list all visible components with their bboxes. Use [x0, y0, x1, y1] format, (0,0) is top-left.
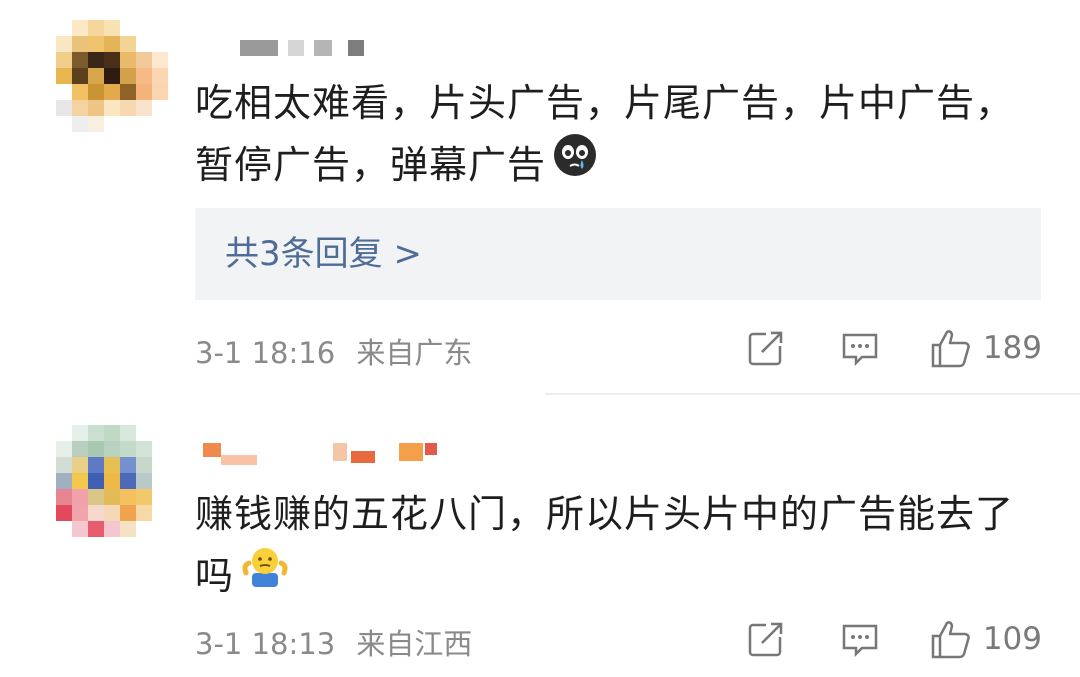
view-replies-link[interactable]: 共3条回复 >	[225, 208, 422, 300]
share-button[interactable]	[745, 327, 787, 369]
comment-button[interactable]	[839, 618, 881, 660]
comment-time: 3-1 18:13	[195, 627, 336, 661]
comment-meta: 3-1 18:13 来自江西	[195, 621, 472, 663]
shrug-emoji-icon	[240, 543, 290, 607]
thumbs-up-icon	[931, 621, 970, 659]
comment-text: 赚钱赚的五花八门，所以片头片中的广告能去了吗	[195, 483, 1045, 611]
comment-actions: 189	[745, 326, 1042, 370]
like-count: 109	[982, 621, 1042, 657]
avatar[interactable]	[56, 20, 168, 132]
comment-item-1: 吃相太难看，片头广告，片尾广告，片中广告，暂停广告，弹幕广告 共3条回复 > 3…	[0, 0, 1080, 395]
comment-actions: 109	[745, 617, 1042, 661]
comment-button[interactable]	[839, 327, 881, 369]
like-button[interactable]: 189	[929, 326, 1042, 370]
comment-text: 吃相太难看，片头广告，片尾广告，片中广告，暂停广告，弹幕广告	[195, 72, 1045, 200]
comment-meta: 3-1 18:16 来自广东	[195, 330, 472, 372]
comment-location: 来自江西	[356, 627, 473, 661]
reply-box[interactable]: 共3条回复 >	[195, 208, 1041, 300]
share-icon	[748, 331, 784, 366]
comment-location: 来自广东	[356, 336, 473, 370]
username-obscured[interactable]	[240, 37, 364, 59]
comment-icon	[842, 624, 878, 658]
share-button[interactable]	[745, 618, 787, 660]
comment-body: 赚钱赚的五花八门，所以片头片中的广告能去了吗	[195, 492, 1015, 598]
username-obscured[interactable]	[203, 443, 437, 473]
comment-item-2: 赚钱赚的五花八门，所以片头片中的广告能去了吗 3-1 18:13 来自江西 10…	[0, 395, 1080, 677]
avatar[interactable]	[56, 425, 168, 537]
comment-body: 吃相太难看，片头广告，片尾广告，片中广告，暂停广告，弹幕广告	[195, 81, 1015, 187]
comment-icon	[842, 333, 878, 367]
crying-face-emoji-icon	[552, 132, 598, 196]
share-icon	[748, 622, 784, 657]
thumbs-up-icon	[931, 330, 970, 368]
like-count: 189	[982, 330, 1042, 366]
comment-time: 3-1 18:16	[195, 336, 336, 370]
like-button[interactable]: 109	[929, 617, 1042, 661]
